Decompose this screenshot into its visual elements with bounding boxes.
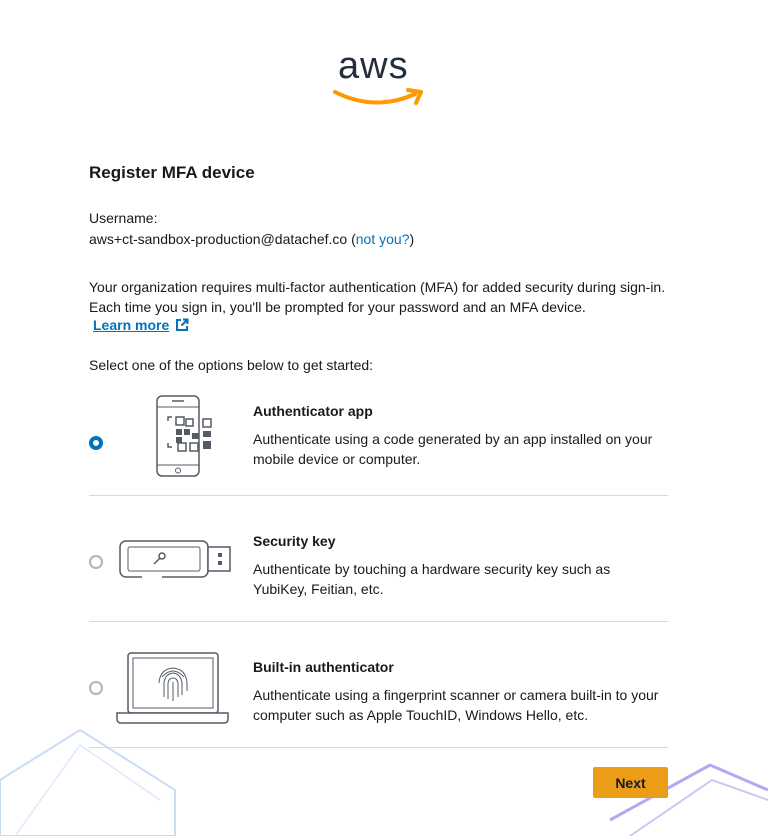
option-security-key[interactable]: Security key Authenticate by touching a … [89,525,668,651]
open-paren: ( [347,231,356,247]
options-intro: Select one of the options below to get s… [89,357,374,373]
usb-key-icon [119,540,231,578]
close-paren: ) [409,231,415,247]
not-you-link[interactable]: not you? [356,231,410,247]
username-value: aws+ct-sandbox-production@datachef.co [89,231,348,247]
learn-more-label: Learn more [93,317,170,333]
external-link-icon [176,318,189,331]
divider [89,621,668,622]
option-title: Authenticator app [253,403,373,419]
option-title: Security key [253,533,336,549]
username-label: Username: [89,210,158,226]
divider [89,495,668,496]
radio-builtin-authenticator[interactable] [89,681,103,695]
divider [89,747,668,748]
aws-smile-icon [333,88,423,105]
learn-more-link[interactable]: Learn more [93,317,189,333]
phone-qr-icon [156,395,212,477]
option-builtin-authenticator[interactable]: Built-in authenticator Authenticate usin… [89,651,668,777]
next-button[interactable]: Next [593,767,668,798]
mfa-description: Your organization requires multi-factor … [89,279,666,315]
option-title: Built-in authenticator [253,659,394,675]
page-title: Register MFA device [89,163,255,182]
option-description: Authenticate by touching a hardware secu… [253,561,611,597]
option-description: Authenticate using a fingerprint scanner… [253,687,659,723]
option-authenticator-app[interactable]: Authenticator app Authenticate using a c… [89,395,668,521]
laptop-fingerprint-icon [116,652,229,724]
option-description: Authenticate using a code generated by a… [253,431,653,467]
username-line: aws+ct-sandbox-production@datachef.co (n… [89,231,414,247]
aws-logo: aws [330,44,430,108]
radio-authenticator-app[interactable] [89,436,103,450]
radio-security-key[interactable] [89,555,103,569]
